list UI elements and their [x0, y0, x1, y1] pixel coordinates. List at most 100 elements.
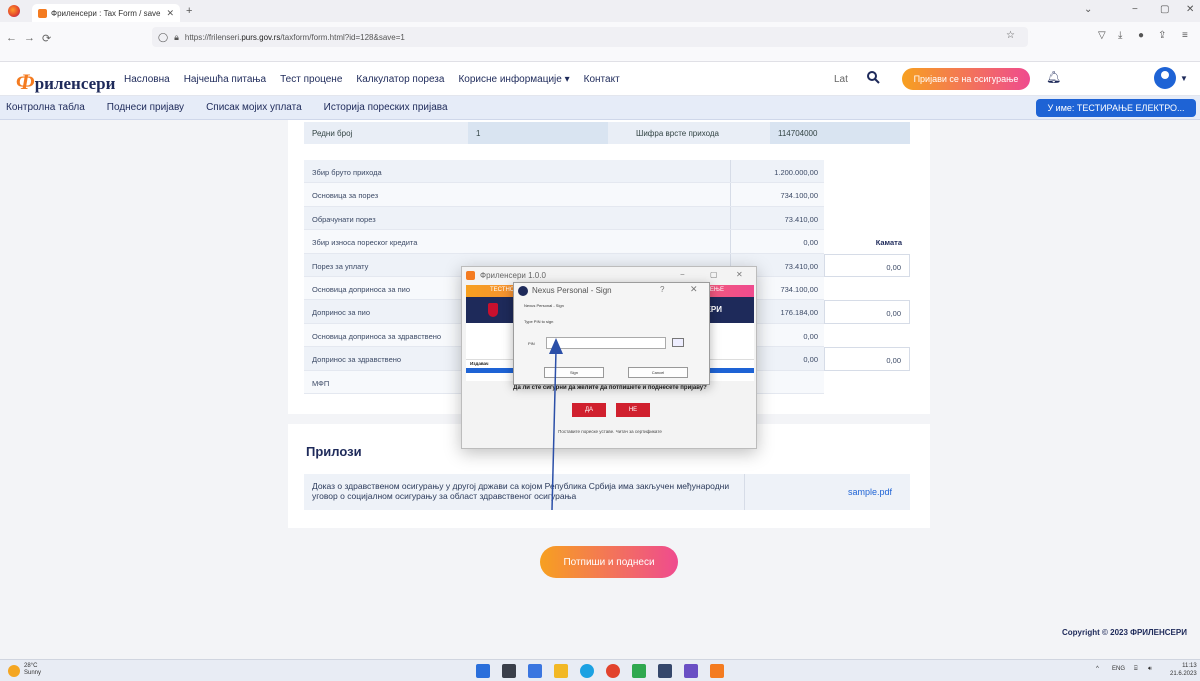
- chevron-down-icon[interactable]: ▼: [1180, 74, 1188, 83]
- logo-letter: Ф: [16, 69, 35, 94]
- logo-text: рилeнсери: [34, 74, 116, 93]
- network-icon[interactable]: ⌸: [1134, 666, 1138, 673]
- table-row: Збир бруто прихода 1.200.000,00: [304, 160, 824, 184]
- weather-sun-icon[interactable]: [8, 665, 20, 677]
- windows-start-icon[interactable]: [476, 664, 490, 678]
- nav-contact[interactable]: Контакт: [584, 74, 620, 85]
- user-avatar[interactable]: [1154, 67, 1176, 89]
- row-label: Допринос за пио: [312, 308, 371, 318]
- interest-value: 0,00: [824, 253, 910, 277]
- row-amount: 176.184,00: [780, 308, 818, 318]
- sign-dialog-title: Nexus Personal - Sign: [532, 286, 612, 295]
- app-icon[interactable]: [684, 664, 698, 678]
- forward-button[interactable]: →: [24, 32, 35, 44]
- nav-useful-info[interactable]: Корисне информације ▾: [458, 74, 569, 85]
- bookmark-star-icon[interactable]: ☆: [1006, 30, 1015, 41]
- search-icon[interactable]: [866, 70, 880, 84]
- row-amount: 734.100,00: [780, 284, 818, 294]
- window-minimize-button[interactable]: −: [1132, 4, 1138, 15]
- sign-dialog-close-button[interactable]: ✕: [690, 284, 698, 295]
- task-view-icon[interactable]: [502, 664, 516, 678]
- sub-nav: Контролна табла Поднеси пријаву Списак м…: [0, 96, 1200, 120]
- site-favicon-icon: [38, 8, 47, 18]
- extension-icon[interactable]: ●: [1138, 30, 1144, 41]
- weather-widget[interactable]: 28°C Sunny: [24, 663, 41, 677]
- row-label: Основица за порез: [312, 191, 379, 201]
- reload-button[interactable]: ⟳: [42, 32, 51, 45]
- share-icon[interactable]: ⇪: [1158, 30, 1166, 41]
- bell-icon[interactable]: 🔔︎: [1046, 70, 1061, 84]
- pocket-icon[interactable]: ▽: [1098, 30, 1106, 41]
- list-header: Издавач: [470, 361, 489, 366]
- row-amount: 0,00: [803, 355, 818, 365]
- window-maximize-button[interactable]: ▢: [1160, 4, 1169, 15]
- tray-caret-icon[interactable]: ^: [1096, 666, 1099, 672]
- subnav-tax-history[interactable]: Историја пореских пријава: [324, 102, 448, 113]
- firefox-icon[interactable]: [8, 5, 20, 17]
- attachment-row: Доказ о здравственом осигурању у другој …: [304, 474, 910, 510]
- nav-faq[interactable]: Најчешћа питања: [184, 74, 266, 85]
- firefox-taskbar-icon[interactable]: [606, 664, 620, 678]
- nav-tax-calculator[interactable]: Калкулатор пореза: [356, 74, 444, 85]
- interest-column: Камата 0,00 0,00 0,00: [824, 160, 910, 371]
- site-header: Фрилeнсери Насловна Најчешћа питања Тест…: [0, 62, 1200, 96]
- window-close-button[interactable]: ✕: [1186, 4, 1194, 15]
- row-label: МФП: [312, 378, 330, 388]
- app-icon[interactable]: [658, 664, 672, 678]
- tab-close-icon[interactable]: ✕: [166, 8, 174, 19]
- nav-home[interactable]: Насловна: [124, 74, 170, 85]
- sign-and-submit-button[interactable]: Потпиши и поднеси: [540, 546, 678, 578]
- income-type-code-value: 114704000: [778, 129, 818, 138]
- dialog-maximize-button[interactable]: ▢: [710, 270, 718, 279]
- user-badge[interactable]: У име: ТЕСТИРАЊЕ ЕЛЕКТРО...: [1036, 99, 1196, 117]
- confirm-no-button[interactable]: НЕ: [616, 403, 650, 417]
- virtual-keyboard-icon[interactable]: [672, 338, 684, 347]
- nav-assessment-test[interactable]: Тест процене: [280, 74, 342, 85]
- attachment-file-link[interactable]: sample.pdf: [848, 487, 892, 497]
- url-bar[interactable]: ◯ 🔒︎ https://frilenseri.purs.gov.rs/taxf…: [152, 27, 1028, 47]
- tab-title: Фриленсери : Tax Form / save: [51, 8, 161, 18]
- interest-header: Камата: [875, 238, 902, 248]
- confirm-yes-button[interactable]: ДА: [572, 403, 606, 417]
- row-label: Порез за уплату: [312, 261, 369, 271]
- browser-tab[interactable]: Фриленсери : Tax Form / save ✕: [32, 4, 180, 22]
- frilenseri-app-icon[interactable]: [710, 664, 724, 678]
- back-button[interactable]: ←: [6, 32, 17, 44]
- language-indicator[interactable]: ENG: [1112, 666, 1125, 672]
- file-explorer-icon[interactable]: [554, 664, 568, 678]
- volume-icon[interactable]: 🔊︎: [1148, 666, 1152, 673]
- pin-input[interactable]: [546, 337, 666, 349]
- main-nav: Насловна Најчешћа питања Тест процене Ка…: [124, 74, 620, 85]
- subnav-payments-list[interactable]: Списак мојих уплата: [206, 102, 302, 113]
- lock-icon: 🔒︎: [174, 31, 179, 42]
- clock[interactable]: 11:13 21.6.2023: [1170, 662, 1197, 678]
- dialog-minimize-button[interactable]: −: [680, 270, 685, 279]
- insurance-login-button[interactable]: Пријави се на осигурање: [902, 68, 1030, 90]
- app-icon: [466, 271, 475, 280]
- sign-ok-button[interactable]: Sign: [544, 367, 604, 378]
- download-icon[interactable]: ⤓: [1118, 30, 1122, 41]
- subnav-dashboard[interactable]: Контролна табла: [6, 102, 85, 113]
- ordinal-label: Редни број: [312, 129, 353, 138]
- attachment-description: Доказ о здравственом осигурању у другој …: [312, 481, 730, 501]
- dialog-close-button[interactable]: ✕: [736, 270, 743, 279]
- row-label: Основица доприноса за пио: [312, 284, 411, 294]
- table-row: Обрачунати порез 73.410,00: [304, 206, 824, 231]
- chat-icon[interactable]: [528, 664, 542, 678]
- language-toggle[interactable]: Lat: [834, 74, 848, 85]
- nexus-icon: [518, 286, 528, 296]
- url-prefix: https://frilenseri.: [184, 32, 242, 42]
- browser-tab-bar: Фриленсери : Tax Form / save ✕ + ⌄ − ▢ ✕: [0, 0, 1200, 22]
- edge-icon[interactable]: [580, 664, 594, 678]
- new-tab-button[interactable]: +: [186, 5, 192, 17]
- sign-cancel-button[interactable]: Cancel: [628, 367, 688, 378]
- subnav-submit-return[interactable]: Поднеси пријаву: [107, 102, 184, 113]
- site-logo[interactable]: Фрилeнсери: [16, 69, 115, 95]
- app-icon[interactable]: [632, 664, 646, 678]
- income-type-code-label: Шифра врсте прихода: [636, 129, 719, 138]
- help-button[interactable]: ?: [660, 285, 664, 294]
- tabs-menu-icon[interactable]: ⌄: [1084, 4, 1092, 15]
- windows-taskbar: 28°C Sunny ^ ENG ⌸ 🔊︎ 11:13 21.6.2023: [0, 659, 1200, 681]
- menu-hamburger-icon[interactable]: ≡: [1182, 30, 1188, 41]
- attachments-title: Прилози: [306, 444, 362, 459]
